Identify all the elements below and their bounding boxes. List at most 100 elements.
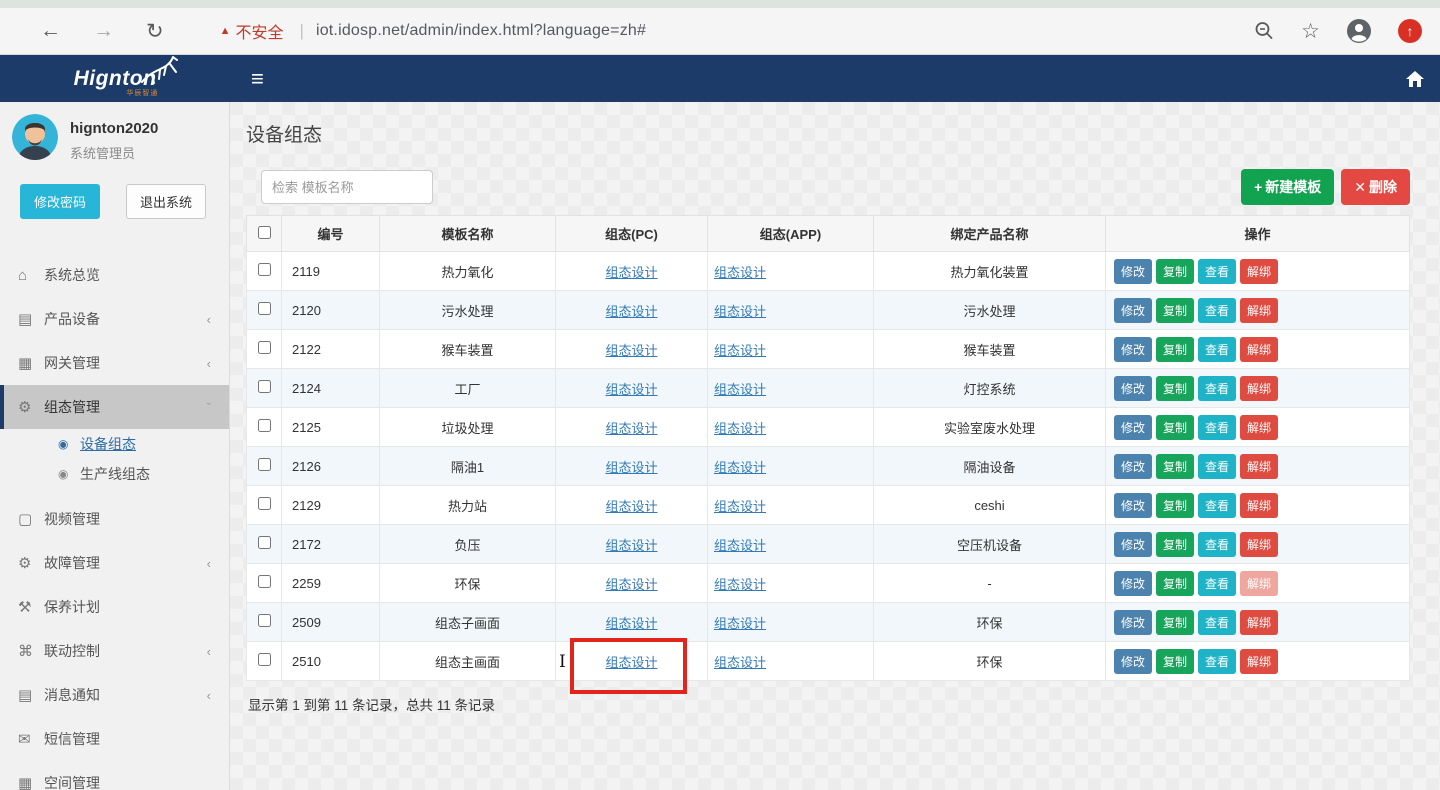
action-modify-button[interactable]: 修改 bbox=[1114, 376, 1152, 401]
action-view-button[interactable]: 查看 bbox=[1198, 376, 1236, 401]
action-view-button[interactable]: 查看 bbox=[1198, 298, 1236, 323]
action-unbind-button[interactable]: 解绑 bbox=[1240, 649, 1278, 674]
search-input[interactable] bbox=[261, 170, 433, 204]
row-checkbox[interactable] bbox=[258, 419, 271, 432]
config-design-app-link[interactable]: 组态设计 bbox=[714, 499, 766, 514]
config-design-app-link[interactable]: 组态设计 bbox=[714, 265, 766, 280]
config-design-app-link[interactable]: 组态设计 bbox=[714, 577, 766, 592]
config-design-app-link[interactable]: 组态设计 bbox=[714, 304, 766, 319]
security-warning[interactable]: ▲ 不安全 bbox=[220, 19, 284, 43]
action-unbind-button[interactable]: 解绑 bbox=[1240, 259, 1278, 284]
action-modify-button[interactable]: 修改 bbox=[1114, 610, 1152, 635]
hamburger-menu-icon[interactable]: ≡ bbox=[251, 66, 264, 92]
action-unbind-button[interactable]: 解绑 bbox=[1240, 298, 1278, 323]
select-all-checkbox[interactable] bbox=[258, 226, 271, 239]
action-copy-button[interactable]: 复制 bbox=[1156, 493, 1194, 518]
config-design-pc-link[interactable]: 组态设计 bbox=[605, 499, 657, 514]
action-modify-button[interactable]: 修改 bbox=[1114, 532, 1152, 557]
row-checkbox[interactable] bbox=[258, 575, 271, 588]
config-design-pc-link[interactable]: 组态设计 bbox=[605, 616, 657, 631]
bookmark-star-icon[interactable]: ☆ bbox=[1301, 19, 1320, 44]
action-unbind-button[interactable]: 解绑 bbox=[1240, 571, 1278, 596]
change-password-button[interactable]: 修改密码 bbox=[20, 184, 100, 219]
sidebar-item-短信管理[interactable]: ✉ 短信管理 bbox=[0, 717, 229, 761]
action-view-button[interactable]: 查看 bbox=[1198, 337, 1236, 362]
config-design-app-link[interactable]: 组态设计 bbox=[714, 460, 766, 475]
action-unbind-button[interactable]: 解绑 bbox=[1240, 415, 1278, 440]
action-copy-button[interactable]: 复制 bbox=[1156, 649, 1194, 674]
action-copy-button[interactable]: 复制 bbox=[1156, 298, 1194, 323]
action-view-button[interactable]: 查看 bbox=[1198, 571, 1236, 596]
sidebar-item-产品设备[interactable]: ▤ 产品设备 ‹ bbox=[0, 297, 229, 341]
action-copy-button[interactable]: 复制 bbox=[1156, 571, 1194, 596]
config-design-app-link[interactable]: 组态设计 bbox=[714, 343, 766, 358]
row-checkbox[interactable] bbox=[258, 458, 271, 471]
logout-button[interactable]: 退出系统 bbox=[126, 184, 206, 219]
action-copy-button[interactable]: 复制 bbox=[1156, 259, 1194, 284]
action-modify-button[interactable]: 修改 bbox=[1114, 298, 1152, 323]
action-copy-button[interactable]: 复制 bbox=[1156, 337, 1194, 362]
action-copy-button[interactable]: 复制 bbox=[1156, 376, 1194, 401]
action-unbind-button[interactable]: 解绑 bbox=[1240, 493, 1278, 518]
config-design-app-link[interactable]: 组态设计 bbox=[714, 538, 766, 553]
config-design-app-link[interactable]: 组态设计 bbox=[714, 655, 766, 670]
config-design-pc-link[interactable]: 组态设计 bbox=[605, 655, 657, 670]
sidebar-item-故障管理[interactable]: ⚙ 故障管理 ‹ bbox=[0, 541, 229, 585]
action-modify-button[interactable]: 修改 bbox=[1114, 571, 1152, 596]
sidebar-item-网关管理[interactable]: ▦ 网关管理 ‹ bbox=[0, 341, 229, 385]
config-design-pc-link[interactable]: 组态设计 bbox=[605, 577, 657, 592]
action-copy-button[interactable]: 复制 bbox=[1156, 454, 1194, 479]
action-view-button[interactable]: 查看 bbox=[1198, 454, 1236, 479]
config-design-pc-link[interactable]: 组态设计 bbox=[605, 343, 657, 358]
back-icon[interactable]: ← bbox=[40, 19, 61, 43]
action-modify-button[interactable]: 修改 bbox=[1114, 493, 1152, 518]
action-modify-button[interactable]: 修改 bbox=[1114, 337, 1152, 362]
row-checkbox[interactable] bbox=[258, 302, 271, 315]
sidebar-subitem-生产线组态[interactable]: ◉ 生产线组态 bbox=[0, 459, 229, 489]
browser-profile-icon[interactable] bbox=[1346, 18, 1372, 44]
row-checkbox[interactable] bbox=[258, 497, 271, 510]
action-unbind-button[interactable]: 解绑 bbox=[1240, 610, 1278, 635]
action-modify-button[interactable]: 修改 bbox=[1114, 454, 1152, 479]
action-copy-button[interactable]: 复制 bbox=[1156, 532, 1194, 557]
action-view-button[interactable]: 查看 bbox=[1198, 532, 1236, 557]
sidebar-item-保养计划[interactable]: ⚒ 保养计划 bbox=[0, 585, 229, 629]
action-modify-button[interactable]: 修改 bbox=[1114, 415, 1152, 440]
config-design-app-link[interactable]: 组态设计 bbox=[714, 421, 766, 436]
config-design-app-link[interactable]: 组态设计 bbox=[714, 382, 766, 397]
action-modify-button[interactable]: 修改 bbox=[1114, 649, 1152, 674]
config-design-pc-link[interactable]: 组态设计 bbox=[605, 304, 657, 319]
sidebar-item-空间管理[interactable]: ▦ 空间管理 bbox=[0, 761, 229, 790]
action-unbind-button[interactable]: 解绑 bbox=[1240, 376, 1278, 401]
config-design-pc-link[interactable]: 组态设计 bbox=[605, 265, 657, 280]
action-view-button[interactable]: 查看 bbox=[1198, 493, 1236, 518]
row-checkbox[interactable] bbox=[258, 653, 271, 666]
action-modify-button[interactable]: 修改 bbox=[1114, 259, 1152, 284]
action-unbind-button[interactable]: 解绑 bbox=[1240, 337, 1278, 362]
browser-update-icon[interactable]: ↑ bbox=[1398, 19, 1422, 43]
delete-button[interactable]: ✕ 删除 bbox=[1341, 169, 1410, 205]
config-design-pc-link[interactable]: 组态设计 bbox=[605, 538, 657, 553]
row-checkbox[interactable] bbox=[258, 614, 271, 627]
address-bar-url[interactable]: iot.idosp.net/admin/index.html?language=… bbox=[316, 22, 646, 40]
home-icon[interactable] bbox=[1406, 71, 1424, 87]
action-view-button[interactable]: 查看 bbox=[1198, 610, 1236, 635]
action-unbind-button[interactable]: 解绑 bbox=[1240, 532, 1278, 557]
action-copy-button[interactable]: 复制 bbox=[1156, 415, 1194, 440]
reload-icon[interactable]: ↻ bbox=[146, 19, 164, 44]
action-copy-button[interactable]: 复制 bbox=[1156, 610, 1194, 635]
sidebar-item-消息通知[interactable]: ▤ 消息通知 ‹ bbox=[0, 673, 229, 717]
action-view-button[interactable]: 查看 bbox=[1198, 649, 1236, 674]
zoom-out-icon[interactable] bbox=[1253, 20, 1275, 42]
row-checkbox[interactable] bbox=[258, 380, 271, 393]
action-view-button[interactable]: 查看 bbox=[1198, 259, 1236, 284]
user-avatar[interactable] bbox=[12, 114, 58, 160]
config-design-pc-link[interactable]: 组态设计 bbox=[605, 460, 657, 475]
row-checkbox[interactable] bbox=[258, 341, 271, 354]
forward-icon[interactable]: → bbox=[93, 19, 114, 43]
sidebar-item-组态管理[interactable]: ⚙ 组态管理 ˇ bbox=[0, 385, 229, 429]
new-template-button[interactable]: + 新建模板 bbox=[1241, 169, 1334, 205]
row-checkbox[interactable] bbox=[258, 536, 271, 549]
action-unbind-button[interactable]: 解绑 bbox=[1240, 454, 1278, 479]
config-design-app-link[interactable]: 组态设计 bbox=[714, 616, 766, 631]
